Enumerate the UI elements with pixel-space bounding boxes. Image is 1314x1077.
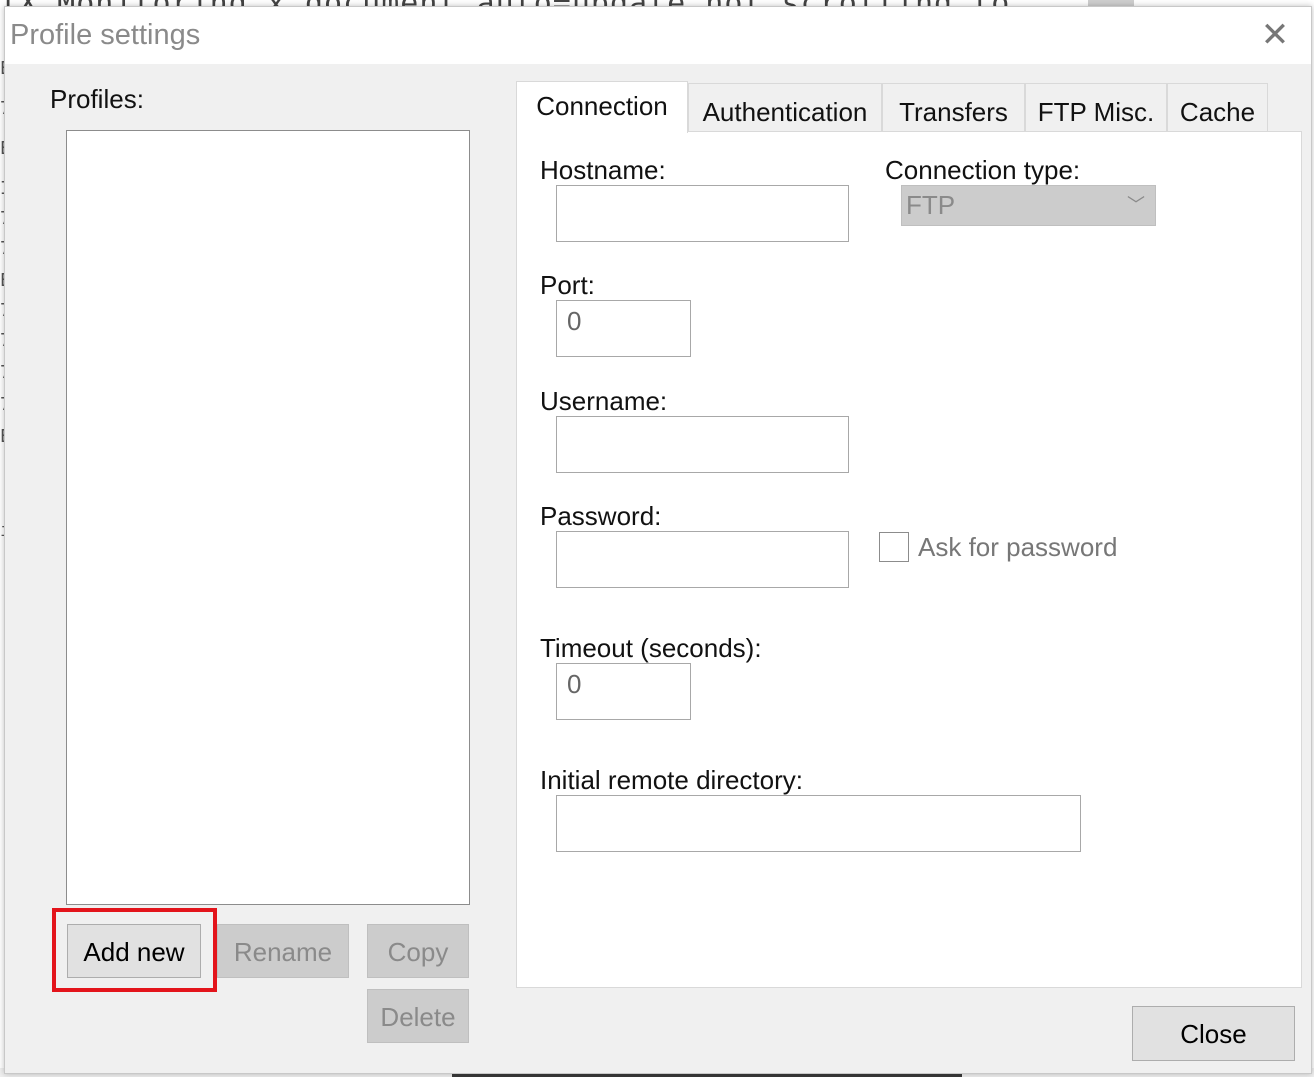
tab-ftp-misc[interactable]: FTP Misc. [1025, 83, 1167, 131]
port-field[interactable]: 0 [556, 300, 691, 357]
connection-type-value: FTP [906, 190, 956, 220]
tab-authentication[interactable]: Authentication [688, 83, 882, 131]
profiles-list[interactable] [66, 130, 470, 905]
tab-cache[interactable]: Cache [1167, 83, 1268, 131]
copy-button[interactable]: Copy [367, 924, 469, 978]
hostname-label: Hostname: [540, 155, 666, 185]
highlight-annotation [52, 908, 217, 992]
close-icon[interactable]: ✕ [1255, 15, 1295, 55]
hostname-field[interactable] [556, 185, 849, 242]
timeout-field[interactable]: 0 [556, 663, 691, 720]
initial-remote-directory-field[interactable] [556, 795, 1081, 852]
initial-remote-directory-label: Initial remote directory: [540, 765, 803, 795]
profiles-label: Profiles: [50, 84, 144, 114]
delete-button[interactable]: Delete [367, 989, 469, 1043]
chevron-down-icon: ﹀ [1127, 195, 1145, 215]
connection-type-select[interactable]: FTP ﹀ [901, 185, 1156, 226]
ask-for-password-checkbox[interactable] [879, 532, 909, 562]
timeout-label: Timeout (seconds): [540, 633, 762, 663]
ask-for-password-label: Ask for password [918, 532, 1118, 562]
tab-connection[interactable]: Connection [516, 81, 688, 133]
close-button[interactable]: Close [1132, 1006, 1295, 1061]
connection-type-label: Connection type: [885, 155, 1081, 185]
title-bar[interactable]: Profile settings ✕ [5, 7, 1311, 64]
profile-settings-dialog: Profile settings ✕ Profiles: Add new Ren… [4, 6, 1312, 1074]
username-field[interactable] [556, 416, 849, 473]
password-label: Password: [540, 501, 662, 531]
password-field[interactable] [556, 531, 849, 588]
dialog-title: Profile settings [10, 19, 201, 51]
tab-transfers[interactable]: Transfers [882, 83, 1025, 131]
port-label: Port: [540, 270, 595, 300]
rename-button[interactable]: Rename [217, 924, 349, 978]
username-label: Username: [540, 386, 668, 416]
